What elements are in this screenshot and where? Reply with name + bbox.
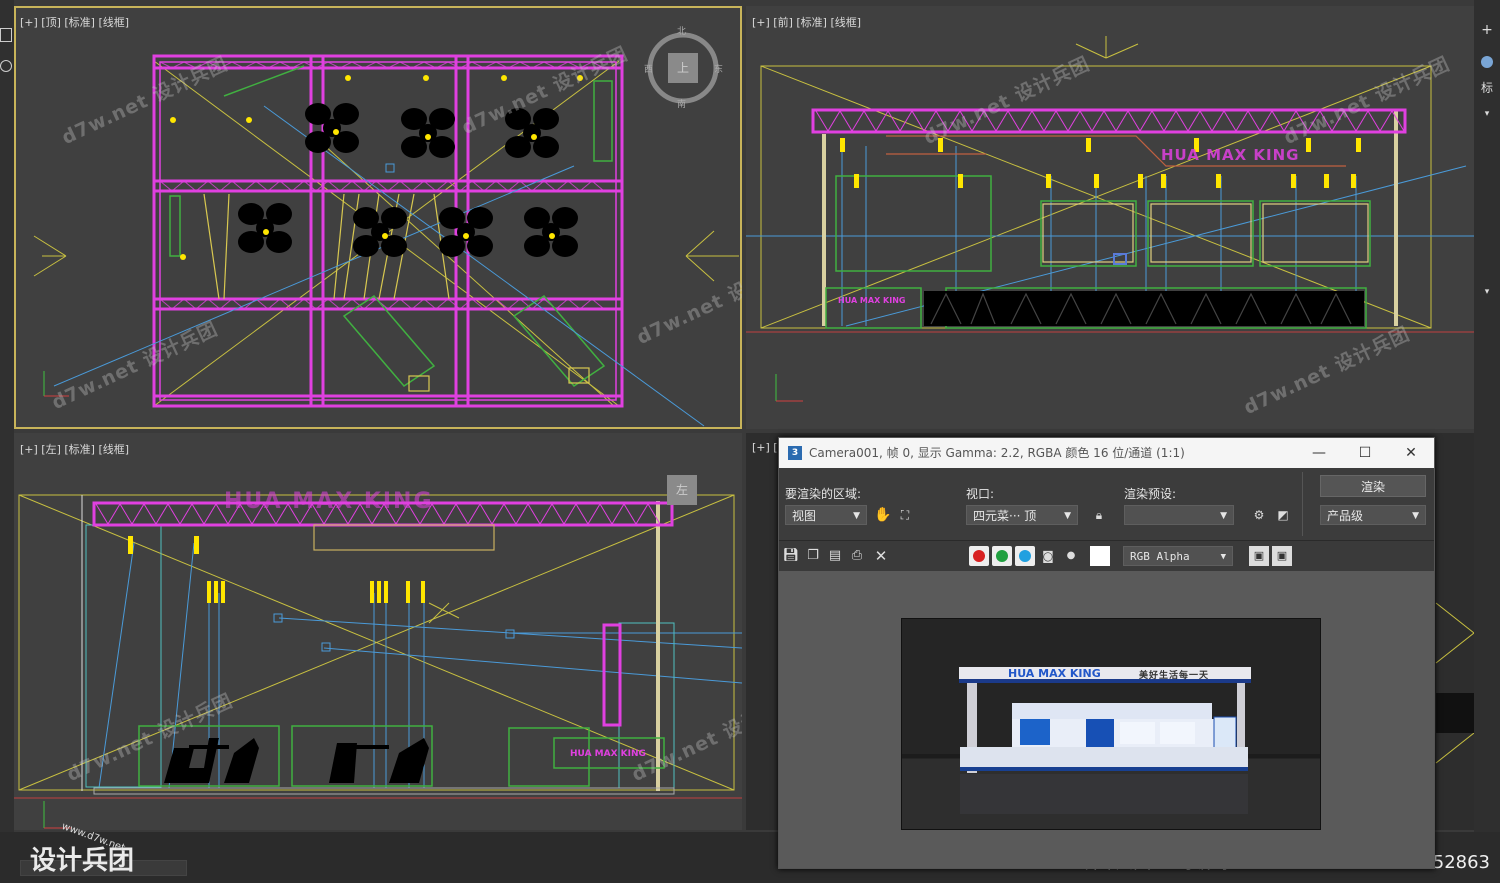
alpha-channel-icon[interactable]: ◙ xyxy=(1038,546,1058,566)
chevron-down-icon: ▼ xyxy=(1220,511,1227,521)
toolbar-icon[interactable] xyxy=(0,28,12,42)
area-to-render-label: 要渲染的区域: xyxy=(785,487,862,501)
left-toolbar-strip xyxy=(0,0,14,883)
blue-channel-toggle[interactable] xyxy=(1015,546,1035,566)
hand-pan-icon[interactable]: ✋ xyxy=(873,505,893,525)
display-channel-dropdown[interactable]: RGB Alpha ▼ xyxy=(1123,546,1233,566)
red-channel-toggle[interactable] xyxy=(969,546,989,566)
viewcube[interactable]: 左 xyxy=(667,475,697,505)
chevron-down-icon: ▼ xyxy=(1412,511,1419,521)
create-plus-button[interactable]: + xyxy=(1477,20,1497,40)
toggle-ui-icon[interactable]: ▣ xyxy=(1249,546,1269,566)
green-channel-toggle[interactable] xyxy=(992,546,1012,566)
render-settings-toolbar: 要渲染的区域: 视图 ▼ ✋ ⛶ 视口: 四元菜··· 顶 ▼ 🔒︎ 渲染预设: ▼… xyxy=(779,468,1434,540)
rendered-booth-scene xyxy=(902,667,1320,829)
area-value: 视图 xyxy=(792,509,817,523)
maximize-button[interactable]: ☐ xyxy=(1342,438,1388,468)
viewport-label[interactable]: [+] [顶] [标准] [线框] xyxy=(20,14,129,30)
save-image-icon[interactable]: 💾︎ xyxy=(781,546,801,566)
booth-sign: HUA MAX KING xyxy=(1161,146,1300,164)
viewport-label[interactable]: [+] [左] [标准] [线框] xyxy=(20,441,129,457)
sphere-icon[interactable] xyxy=(1477,52,1497,72)
clear-icon[interactable]: ✕ xyxy=(871,546,891,566)
chevron-down-icon: ▼ xyxy=(1064,511,1071,521)
render-canvas[interactable]: HUA MAX KING 美好生活每一天 xyxy=(779,571,1434,868)
render-frame-window[interactable]: 3 Camera001, 帧 0, 显示 Gamma: 2.2, RGBA 颜色… xyxy=(778,437,1435,869)
viewport-left[interactable]: [+] [左] [标准] [线框] HUA MAX KING HUA MAX K… xyxy=(14,433,742,830)
viewport-label[interactable]: [+] [前] [标准] [线框] xyxy=(752,14,861,30)
image-overlay-icon[interactable]: ▣ xyxy=(1272,546,1292,566)
booth-small-sign: HUA MAX KING xyxy=(838,296,906,305)
chevron-down-icon: ▼ xyxy=(1220,552,1226,562)
quality-value: 产品级 xyxy=(1327,509,1364,523)
viewcube-face-label[interactable]: 左 xyxy=(676,483,688,497)
rendered-booth-image: HUA MAX KING 美好生活每一天 xyxy=(901,618,1321,830)
viewport-dropdown[interactable]: 四元菜··· 顶 ▼ xyxy=(966,505,1078,525)
viewport-top[interactable]: [+] [顶] [标准] [线框] 北 南 西 东 上 d7w.net 设计兵团… xyxy=(14,6,742,429)
render-preset-dropdown[interactable]: ▼ xyxy=(1124,505,1234,525)
render-image-toolbar: 💾︎ ❐ ▤ ⎙ ✕ ◙ ● RGB Alpha ▼ ▣ ▣ xyxy=(779,540,1434,571)
channel-value: RGB Alpha xyxy=(1130,550,1190,563)
nav-north-label: 北 xyxy=(677,27,687,37)
nav-south-label: 南 xyxy=(677,100,687,110)
command-panel-strip: + 标 ▾ ▾ xyxy=(1474,0,1500,883)
nav-east-label: 东 xyxy=(714,65,724,75)
toolbar-divider xyxy=(1302,472,1303,536)
chevron-down-icon[interactable]: ▾ xyxy=(1477,282,1497,302)
area-to-render-dropdown[interactable]: 视图 ▼ xyxy=(785,505,867,525)
viewport-value: 四元菜··· 顶 xyxy=(973,509,1037,523)
nav-west-label: 西 xyxy=(644,65,654,75)
environment-icon[interactable]: ◩ xyxy=(1273,505,1293,525)
viewport-front[interactable]: [+] [前] [标准] [线框] HUA MAX KING HUA MAX K… xyxy=(746,6,1474,429)
booth-sign: HUA MAX KING xyxy=(224,489,434,514)
render-window-titlebar[interactable]: 3 Camera001, 帧 0, 显示 Gamma: 2.2, RGBA 颜色… xyxy=(779,438,1434,468)
copy-image-icon[interactable]: ❐ xyxy=(803,546,823,566)
viewport-label[interactable]: [+] [ xyxy=(752,441,778,454)
render-booth-slogan: 美好生活每一天 xyxy=(1139,671,1210,681)
render-quality-dropdown[interactable]: 产品级 ▼ xyxy=(1320,505,1426,525)
color-swatch[interactable] xyxy=(1090,546,1110,566)
print-icon[interactable]: ⎙ xyxy=(847,546,867,566)
auto-region-icon[interactable]: ⛶ xyxy=(895,505,915,525)
minimize-button[interactable]: — xyxy=(1296,438,1342,468)
panel-tab[interactable]: 标 xyxy=(1477,78,1497,98)
render-preset-label: 渲染预设: xyxy=(1124,487,1177,501)
chevron-down-icon: ▼ xyxy=(853,511,860,521)
lock-icon[interactable]: 🔒︎ xyxy=(1089,505,1109,525)
3dsmax-app-icon: 3 xyxy=(788,446,802,460)
monochrome-icon[interactable]: ● xyxy=(1061,546,1081,566)
render-button[interactable]: 渲染 xyxy=(1320,475,1426,497)
render-booth-sign: HUA MAX KING xyxy=(1008,667,1101,680)
clone-window-icon[interactable]: ▤ xyxy=(825,546,845,566)
clock-icon[interactable] xyxy=(0,60,12,72)
render-setup-icon[interactable]: ⚙ xyxy=(1249,505,1269,525)
render-window-title: Camera001, 帧 0, 显示 Gamma: 2.2, RGBA 颜色 1… xyxy=(809,446,1185,460)
chevron-down-icon[interactable]: ▾ xyxy=(1477,104,1497,124)
viewcube-face-label[interactable]: 上 xyxy=(677,59,689,76)
viewport-label: 视口: xyxy=(966,487,995,501)
close-button[interactable]: ✕ xyxy=(1388,438,1434,468)
